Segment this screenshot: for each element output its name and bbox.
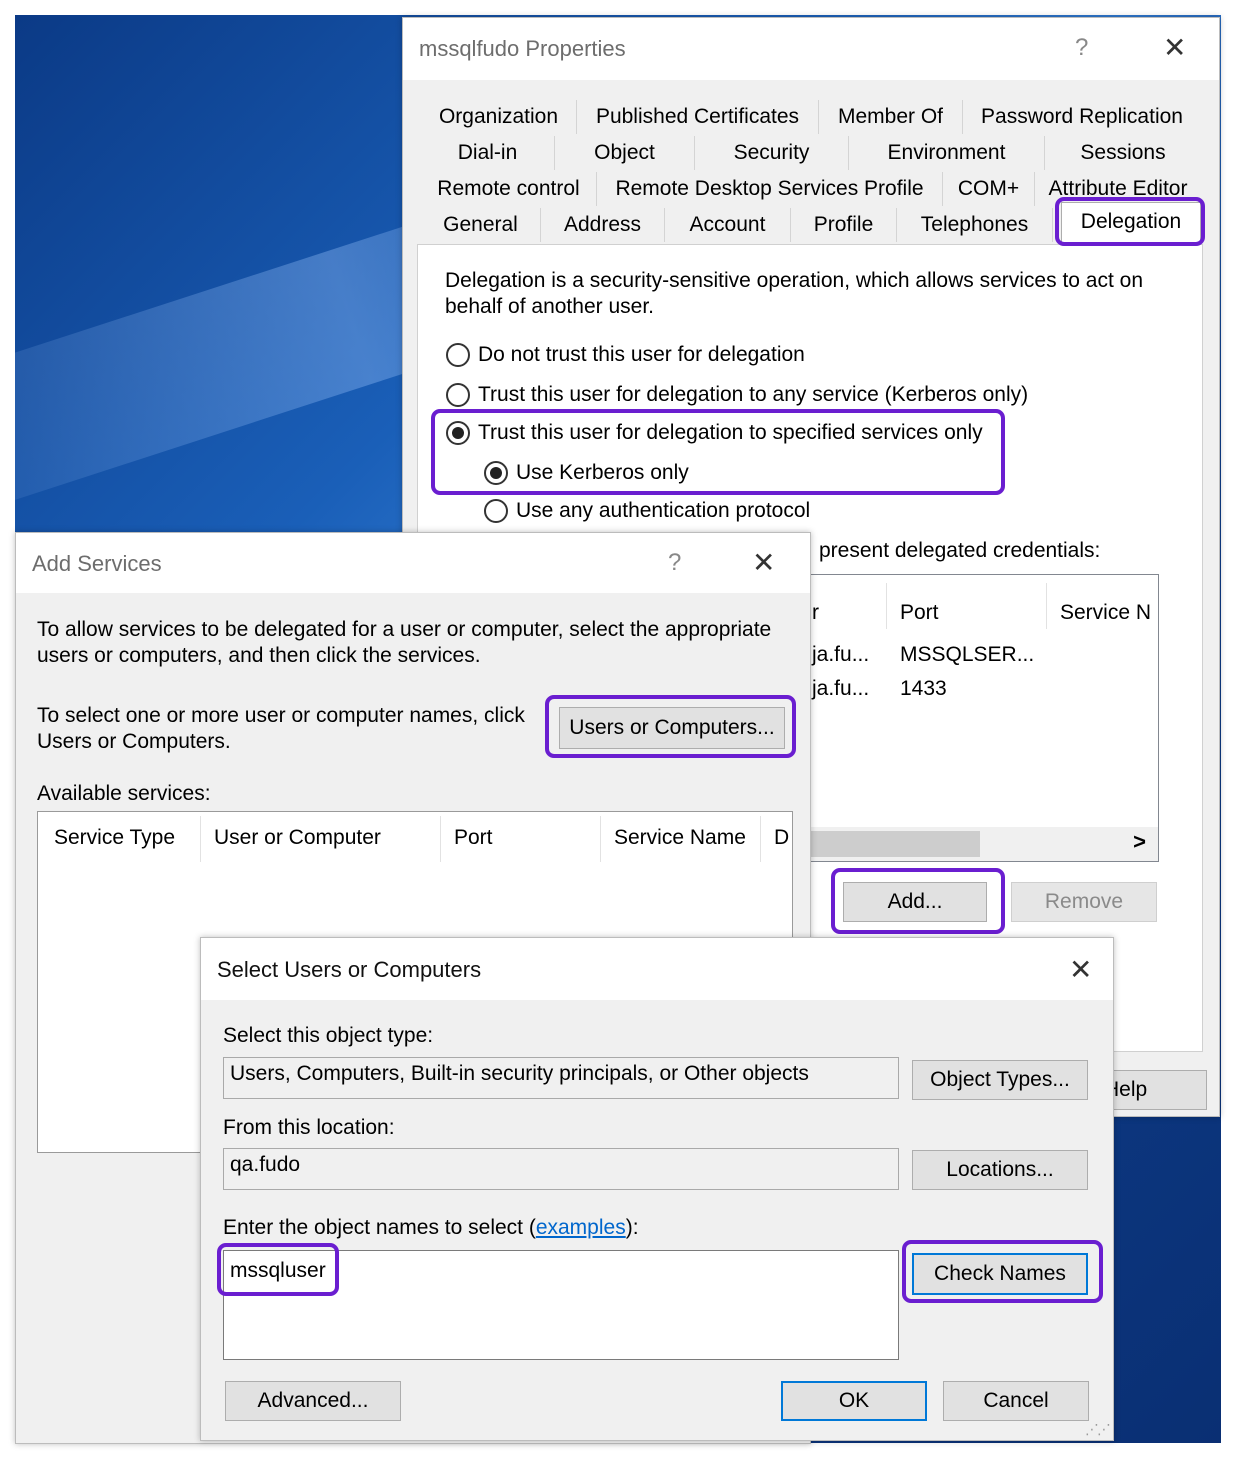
horizontal-scrollbar[interactable]: > [800, 827, 1158, 861]
row-2-port[interactable]: 1433 [900, 677, 947, 701]
users-or-computers-button[interactable]: Users or Computers... [559, 707, 785, 749]
tab-member-of[interactable]: Member Of [819, 100, 963, 134]
add-services-intro-line2: users or computers, and then click the s… [37, 644, 481, 667]
delegated-services-list[interactable]: r Port Service N ja.fu... MSSQLSER... ja… [799, 574, 1159, 862]
available-services-label: Available services: [37, 782, 211, 805]
column-separator [760, 816, 761, 862]
close-icon[interactable]: ✕ [752, 549, 775, 577]
add-services-title: Add Services [32, 551, 162, 576]
credentials-label: present delegated credentials: [819, 539, 1101, 562]
object-type-label: Select this object type: [223, 1024, 434, 1047]
ok-button[interactable]: OK [781, 1381, 927, 1421]
help-icon[interactable]: ? [1075, 36, 1088, 60]
column-header-user[interactable]: r [812, 601, 819, 625]
tab-telephones[interactable]: Telephones [897, 208, 1053, 242]
select-users-titlebar: Select Users or Computers ✕ [201, 938, 1113, 1000]
tab-delegation[interactable]: Delegation [1061, 202, 1201, 244]
radio-kerberos-only-label[interactable]: Use Kerberos only [516, 460, 689, 486]
column-separator [886, 583, 887, 629]
radio-any-service[interactable] [446, 383, 470, 407]
add-services-intro-line1: To allow services to be delegated for a … [37, 618, 772, 641]
radio-any-service-label[interactable]: Trust this user for delegation to any se… [478, 382, 1028, 408]
object-types-button[interactable]: Object Types... [912, 1060, 1088, 1100]
cancel-button[interactable]: Cancel [943, 1381, 1089, 1421]
column-header-service-type[interactable]: Service Type [54, 826, 175, 850]
location-field: qa.fudo [223, 1148, 899, 1190]
enter-names-label-prefix: Enter the object names to select ( [223, 1216, 536, 1239]
object-type-field: Users, Computers, Built-in security prin… [223, 1057, 899, 1099]
tab-organization[interactable]: Organization [421, 100, 577, 134]
close-icon[interactable]: ✕ [1069, 956, 1092, 984]
select-users-title: Select Users or Computers [217, 957, 482, 982]
tab-remote-control[interactable]: Remote control [421, 172, 597, 206]
tab-address[interactable]: Address [541, 208, 665, 242]
select-instruction-line1: To select one or more user or computer n… [37, 704, 525, 727]
tab-object[interactable]: Object [555, 136, 695, 170]
tab-general[interactable]: General [421, 208, 541, 242]
row-2-user[interactable]: ja.fu... [812, 677, 869, 701]
radio-specified-services-label[interactable]: Trust this user for delegation to specif… [478, 420, 983, 446]
select-instruction-line2: Users or Computers. [37, 730, 231, 753]
scrollbar-thumb[interactable] [800, 831, 980, 857]
row-1-user[interactable]: ja.fu... [812, 643, 869, 667]
tab-account[interactable]: Account [665, 208, 791, 242]
row-1-port[interactable]: MSSQLSER... [900, 643, 1034, 667]
column-separator [200, 816, 201, 862]
radio-any-protocol-label[interactable]: Use any authentication protocol [516, 498, 810, 524]
tab-security[interactable]: Security [695, 136, 849, 170]
scroll-right-icon[interactable]: > [1133, 829, 1146, 855]
properties-titlebar: mssqlfudo Properties ? ✕ [403, 18, 1219, 80]
radio-kerberos-only[interactable] [484, 461, 508, 485]
column-header-user-or-computer[interactable]: User or Computer [214, 826, 381, 850]
delegation-description-line2: behalf of another user. [445, 295, 654, 318]
object-names-input[interactable]: mssqluser [223, 1250, 899, 1360]
tab-sessions[interactable]: Sessions [1045, 136, 1201, 170]
column-header-d[interactable]: D [774, 826, 789, 850]
radio-any-protocol[interactable] [484, 499, 508, 523]
column-header-service-name[interactable]: Service N [1060, 601, 1151, 625]
location-label: From this location: [223, 1116, 395, 1139]
tab-com-plus[interactable]: COM+ [943, 172, 1035, 206]
help-icon[interactable]: ? [668, 551, 681, 575]
tab-dial-in[interactable]: Dial-in [421, 136, 555, 170]
remove-button[interactable]: Remove [1011, 882, 1157, 922]
tab-profile[interactable]: Profile [791, 208, 897, 242]
close-icon[interactable]: ✕ [1163, 34, 1186, 62]
check-names-button[interactable]: Check Names [912, 1253, 1088, 1295]
radio-no-trust-label[interactable]: Do not trust this user for delegation [478, 342, 805, 368]
add-button[interactable]: Add... [843, 882, 987, 922]
resize-grip-icon[interactable]: ⋰⋰ [1085, 1421, 1111, 1438]
column-separator [1046, 583, 1047, 629]
column-separator [440, 816, 441, 862]
radio-no-trust[interactable] [446, 343, 470, 367]
examples-link[interactable]: examples [536, 1216, 626, 1239]
tab-attribute-editor[interactable]: Attribute Editor [1035, 172, 1201, 206]
tab-environment[interactable]: Environment [849, 136, 1045, 170]
delegation-description-line1: Delegation is a security-sensitive opera… [445, 269, 1143, 292]
column-header-service-name[interactable]: Service Name [614, 826, 746, 850]
locations-button[interactable]: Locations... [912, 1150, 1088, 1190]
tab-password-replication[interactable]: Password Replication [963, 100, 1201, 134]
enter-names-label-suffix: ): [625, 1216, 639, 1239]
column-header-port[interactable]: Port [454, 826, 493, 850]
tab-published-certificates[interactable]: Published Certificates [577, 100, 819, 134]
select-users-dialog: Select Users or Computers ✕ Select this … [200, 937, 1114, 1441]
column-separator [600, 816, 601, 862]
add-services-titlebar: Add Services ? ✕ [16, 533, 810, 593]
tab-rds-profile[interactable]: Remote Desktop Services Profile [597, 172, 943, 206]
advanced-button[interactable]: Advanced... [225, 1381, 401, 1421]
radio-specified-services[interactable] [446, 421, 470, 445]
properties-title: mssqlfudo Properties [419, 36, 626, 61]
enter-names-label: Enter the object names to select (exampl… [223, 1215, 639, 1241]
column-header-port[interactable]: Port [900, 601, 939, 625]
